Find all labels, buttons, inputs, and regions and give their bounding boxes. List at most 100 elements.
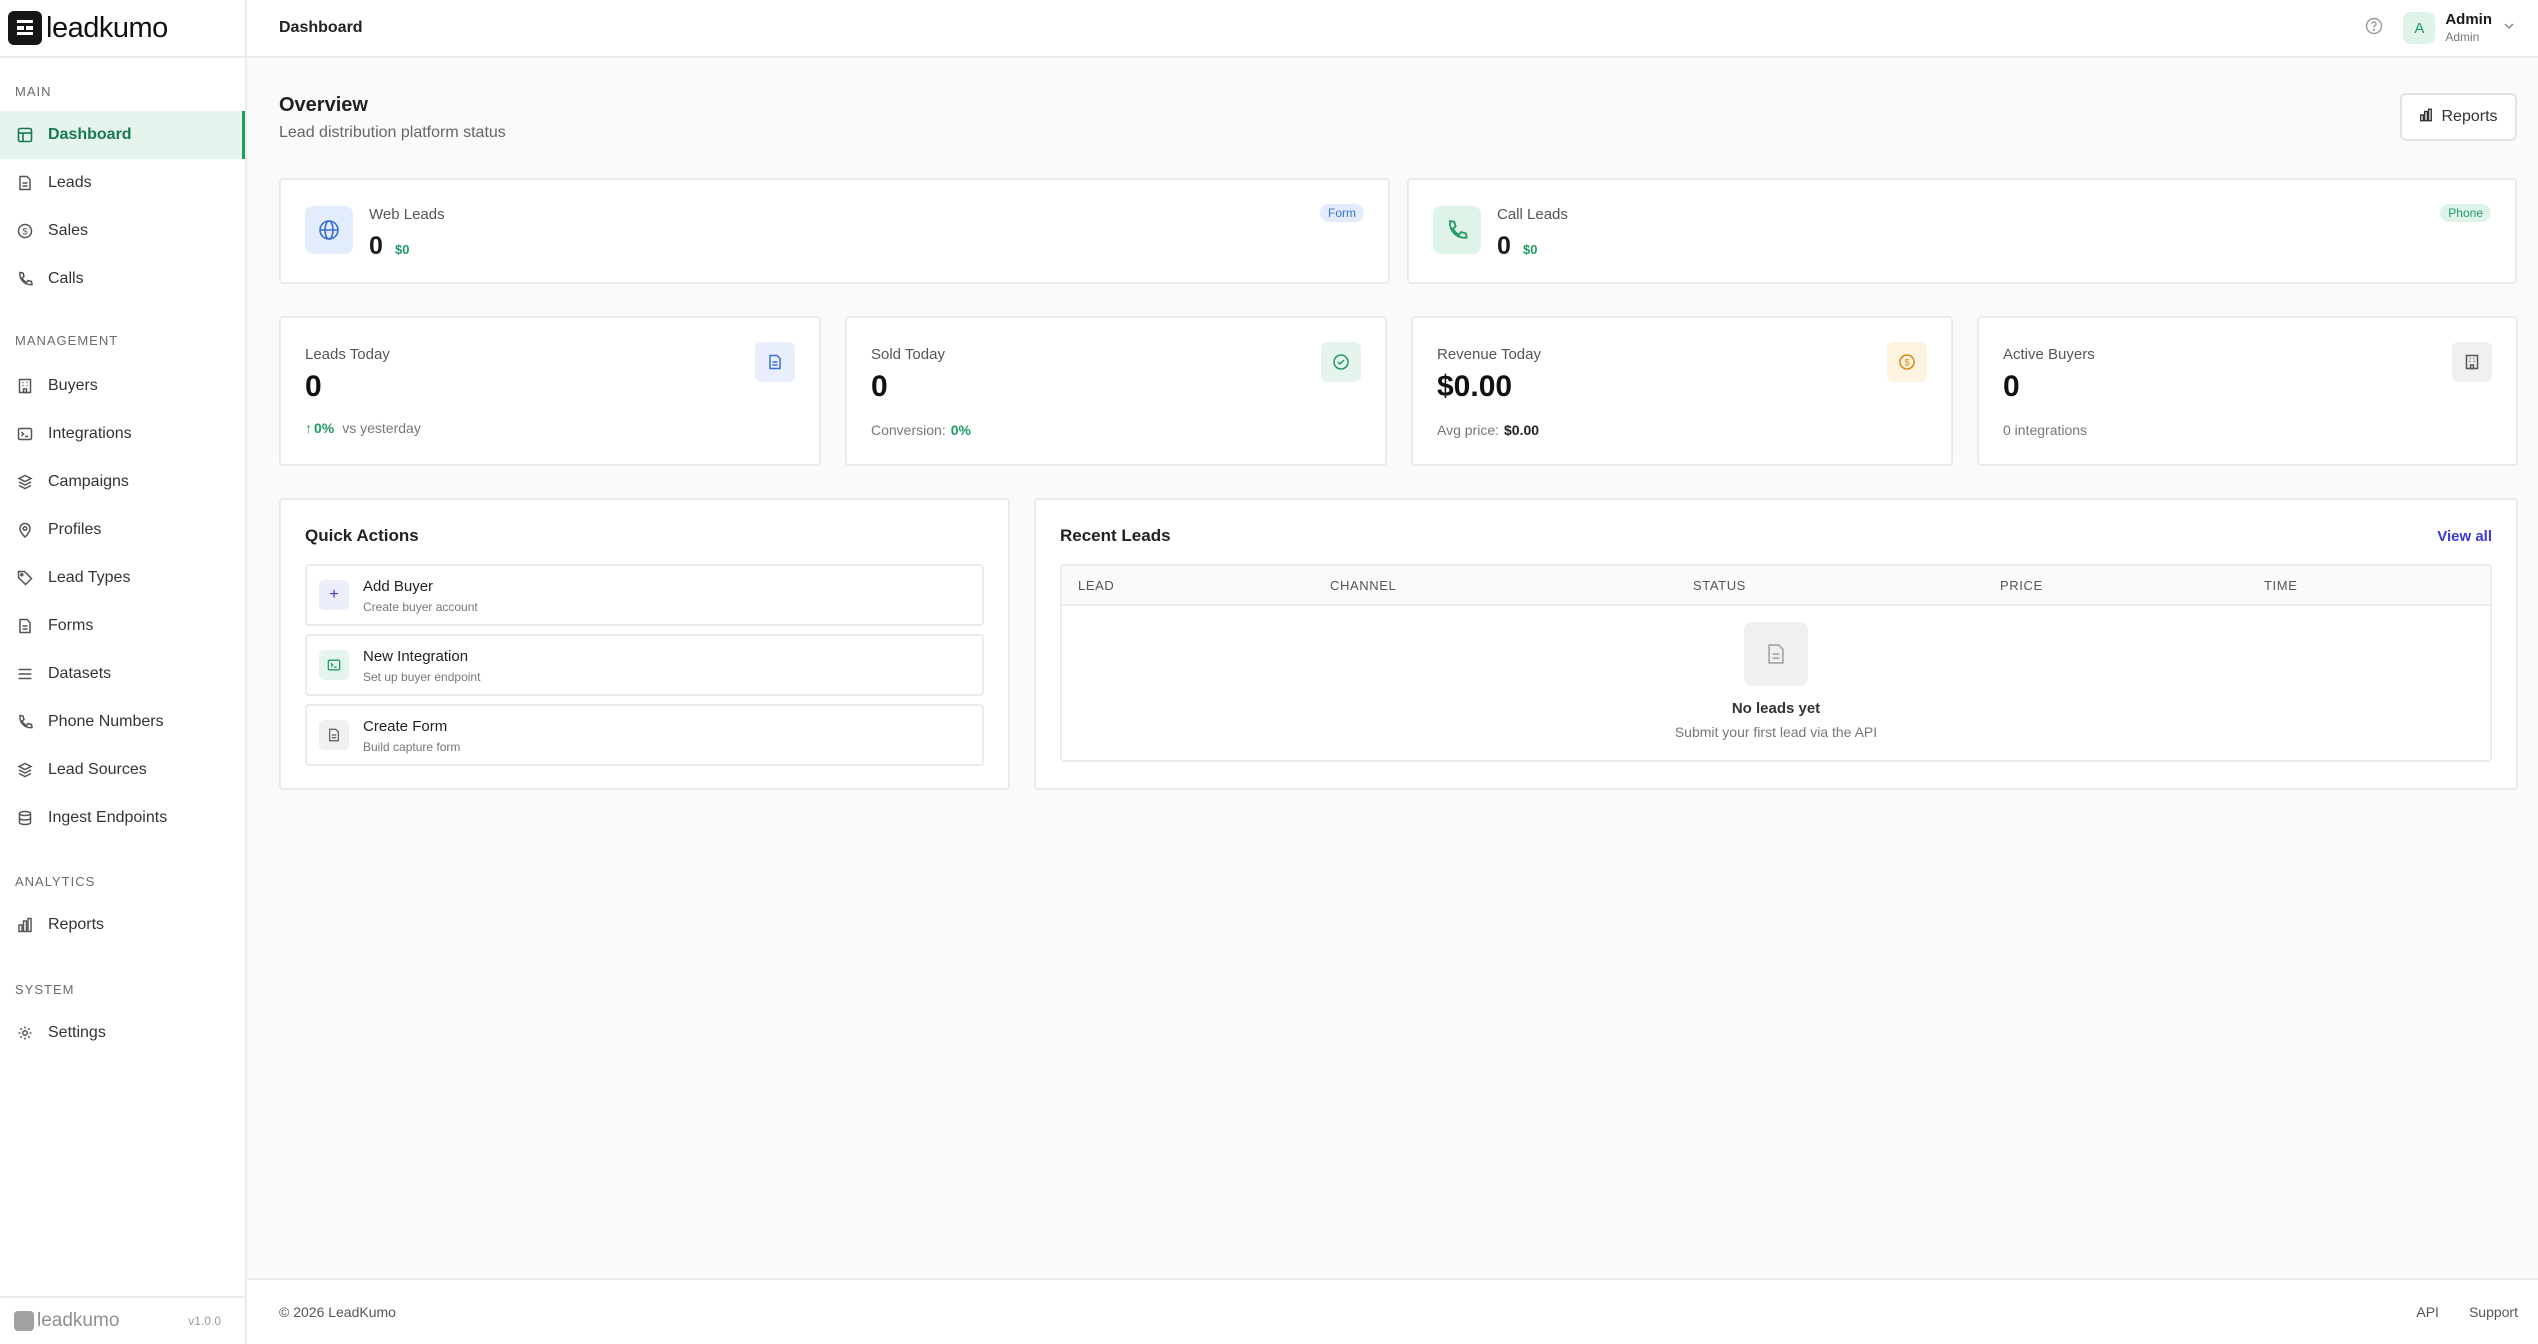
- sidebar-item-profiles[interactable]: Profiles: [0, 506, 245, 554]
- stat-footer: 0 integrations: [2003, 422, 2087, 438]
- card-label: Web Leads: [369, 206, 445, 223]
- sidebar-item-label: Profiles: [48, 521, 102, 538]
- check-circle-icon: [1321, 342, 1361, 382]
- column-header-status[interactable]: STATUS: [1693, 578, 1746, 593]
- globe-icon: [305, 206, 353, 254]
- quick-action-new-integration[interactable]: New Integration Set up buyer endpoint: [305, 634, 984, 696]
- sidebar: leadkumo MAIN Dashboard Leads $ Sales Ca…: [0, 0, 247, 1344]
- sidebar-item-leads[interactable]: Leads: [0, 159, 245, 207]
- stat-card-revenue-today: Revenue Today $0.00 Avg price: $0.00 $: [1411, 316, 1953, 466]
- help-icon[interactable]: [2365, 17, 2383, 40]
- stat-footer-label: Avg price:: [1437, 422, 1499, 438]
- channel-badge: Phone: [2440, 204, 2491, 222]
- phone-icon: [16, 270, 34, 288]
- quick-action-title: New Integration: [363, 648, 469, 665]
- section-title-system: SYSTEM: [15, 982, 75, 997]
- card-money: $0: [395, 242, 410, 257]
- sidebar-item-calls[interactable]: Calls: [0, 255, 245, 303]
- section-title-management: MANAGEMENT: [15, 333, 119, 348]
- sidebar-item-campaigns[interactable]: Campaigns: [0, 458, 245, 506]
- user-name: Admin: [2445, 11, 2492, 28]
- database-icon: [16, 809, 34, 827]
- user-menu[interactable]: A Admin Admin: [2403, 11, 2516, 45]
- stat-label: Sold Today: [871, 346, 945, 363]
- version-label: v1.0.0: [188, 1314, 221, 1328]
- quick-action-subtitle: Build capture form: [363, 740, 461, 754]
- stat-footer-label: Conversion:: [871, 422, 946, 438]
- stat-value: 0: [871, 370, 888, 403]
- sidebar-item-sales[interactable]: $ Sales: [0, 207, 245, 255]
- topbar: Dashboard A Admin Admin: [247, 0, 2538, 58]
- stat-footer-value: 0%: [950, 422, 971, 438]
- brand-name: leadkumo: [46, 11, 168, 44]
- sidebar-item-label: Leads: [48, 174, 92, 191]
- empty-state-subtitle: Submit your first lead via the API: [1674, 724, 1878, 740]
- column-header-channel[interactable]: CHANNEL: [1330, 578, 1396, 593]
- sidebar-item-lead-types[interactable]: Lead Types: [0, 554, 245, 602]
- stat-footer: Conversion: 0%: [871, 422, 971, 438]
- stat-card-active-buyers: Active Buyers 0 0 integrations: [1977, 316, 2518, 466]
- sidebar-item-integrations[interactable]: Integrations: [0, 410, 245, 458]
- sidebar-item-datasets[interactable]: Datasets: [0, 650, 245, 698]
- quick-action-title: Add Buyer: [363, 578, 434, 595]
- stat-value: $0.00: [1437, 370, 1513, 403]
- quick-action-title: Create Form: [363, 718, 448, 735]
- sidebar-item-buyers[interactable]: Buyers: [0, 362, 245, 410]
- section-title-main: MAIN: [15, 84, 52, 99]
- empty-state-title: No leads yet: [1731, 700, 1821, 717]
- view-all-link[interactable]: View all: [2437, 528, 2492, 545]
- sidebar-item-label: Lead Types: [48, 569, 131, 586]
- footer-link-api[interactable]: API: [2416, 1304, 2439, 1320]
- quick-action-create-form[interactable]: Create Form Build capture form: [305, 704, 984, 766]
- sidebar-item-lead-sources[interactable]: Lead Sources: [0, 746, 245, 794]
- sidebar-item-label: Lead Sources: [48, 761, 147, 778]
- footer-link-support[interactable]: Support: [2469, 1304, 2518, 1320]
- stat-footer: ↑ 0% vs yesterday: [305, 420, 421, 436]
- main-content: Overview Lead distribution platform stat…: [247, 58, 2538, 1278]
- channel-badge: Form: [1320, 204, 1364, 222]
- phone-icon: [1433, 206, 1481, 254]
- stat-label: Revenue Today: [1437, 346, 1541, 363]
- sidebar-item-forms[interactable]: Forms: [0, 602, 245, 650]
- file-icon: [16, 174, 34, 192]
- column-header-time[interactable]: TIME: [2264, 578, 2297, 593]
- footer-brand-logo: leadkumo: [14, 1310, 119, 1332]
- stat-label: Active Buyers: [2003, 346, 2095, 363]
- sidebar-item-label: Reports: [48, 916, 105, 933]
- sidebar-item-dashboard[interactable]: Dashboard: [0, 111, 245, 159]
- sidebar-footer: leadkumo v1.0.0: [0, 1296, 245, 1344]
- stat-label: Leads Today: [305, 346, 390, 363]
- call-leads-card[interactable]: Call Leads 0 $0 Phone: [1407, 178, 2517, 284]
- reports-button[interactable]: Reports: [2400, 93, 2517, 141]
- terminal-icon: [319, 650, 349, 680]
- stat-card-leads-today: Leads Today 0 ↑ 0% vs yesterday: [279, 316, 821, 466]
- file-icon: [16, 617, 34, 635]
- panel-title: Recent Leads: [1060, 526, 1171, 545]
- svg-text:$: $: [1904, 358, 1909, 368]
- layers-icon: [16, 473, 34, 491]
- stat-footer-value: $0.00: [1504, 422, 1540, 438]
- sidebar-item-ingest-endpoints[interactable]: Ingest Endpoints: [0, 794, 245, 842]
- footer-brand-name: leadkumo: [37, 1310, 120, 1331]
- web-leads-card[interactable]: Web Leads 0 $0 Form: [279, 178, 1390, 284]
- recent-leads-panel: Recent Leads View all LEAD CHANNEL STATU…: [1034, 498, 2518, 790]
- sidebar-item-label: Forms: [48, 617, 94, 634]
- document-icon: [755, 342, 795, 382]
- quick-action-add-buyer[interactable]: + Add Buyer Create buyer account: [305, 564, 984, 626]
- bar-chart-icon: [2419, 108, 2433, 127]
- overview-title: Overview: [279, 94, 368, 116]
- logo-mark-icon: [14, 1311, 34, 1331]
- sidebar-item-phone-numbers[interactable]: Phone Numbers: [0, 698, 245, 746]
- sidebar-item-reports[interactable]: Reports: [0, 901, 245, 949]
- recent-leads-table: LEAD CHANNEL STATUS PRICE TIME No leads …: [1060, 564, 2492, 762]
- dollar-icon: $: [16, 222, 34, 240]
- sidebar-item-label: Campaigns: [48, 473, 129, 490]
- list-icon: [16, 665, 34, 683]
- sidebar-item-settings[interactable]: Settings: [0, 1009, 245, 1057]
- brand-logo[interactable]: leadkumo: [0, 0, 245, 58]
- column-header-lead[interactable]: LEAD: [1078, 578, 1114, 593]
- column-header-price[interactable]: PRICE: [2000, 578, 2043, 593]
- section-title-analytics: ANALYTICS: [15, 874, 96, 889]
- location-pin-icon: [16, 521, 34, 539]
- bar-chart-icon: [16, 916, 34, 934]
